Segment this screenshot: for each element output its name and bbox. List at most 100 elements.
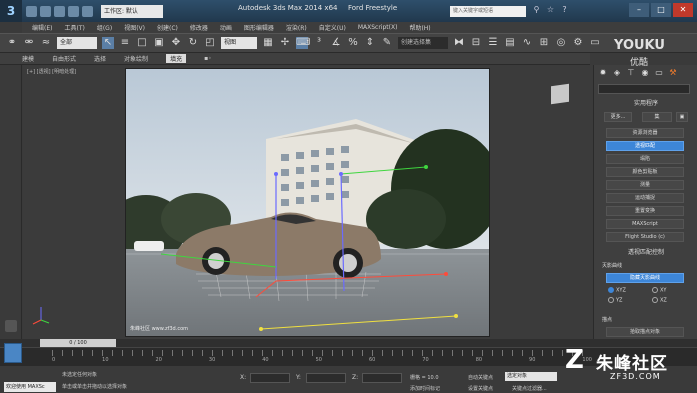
utilities-rollout-title[interactable]: 实用程序 — [598, 99, 690, 109]
perspective-match-rollout-title[interactable]: 透视匹配控制 — [598, 248, 690, 258]
rect-selection-icon[interactable]: □ — [136, 37, 148, 49]
undo-icon[interactable] — [68, 5, 79, 17]
hide-vanishing-lines-button[interactable]: 隐藏灭影曲线 — [606, 273, 684, 283]
bind-space-warp-icon[interactable]: ≈ — [40, 37, 52, 49]
spinner-snap-icon[interactable]: ⇕ — [364, 37, 376, 49]
select-by-name-icon[interactable]: ≡ — [119, 37, 131, 49]
close-icon[interactable]: ✕ — [673, 3, 693, 17]
menu-item[interactable]: 视图(V) — [124, 23, 145, 32]
ribbon-options-icon[interactable]: ▪◦ — [204, 55, 212, 62]
auto-key-label[interactable]: 自动关键点 — [468, 374, 493, 381]
snaps-toggle-icon[interactable]: ³ — [313, 37, 325, 49]
layer-manager-icon[interactable]: ☰ — [487, 37, 499, 49]
help-icon[interactable]: ? — [560, 5, 569, 14]
reference-coord-select[interactable]: 视图 — [221, 37, 257, 49]
selection-filter-select[interactable]: 全部 — [57, 37, 97, 49]
set-key-label[interactable]: 设置关键点 — [468, 385, 493, 392]
menu-item[interactable]: 渲染(R) — [286, 23, 307, 32]
save-file-icon[interactable] — [54, 5, 65, 17]
expand-icon[interactable] — [5, 320, 17, 332]
minimize-icon[interactable]: – — [629, 3, 649, 17]
edit-named-selection-icon[interactable]: ✎ — [381, 37, 393, 49]
command-panel-input[interactable] — [598, 84, 690, 94]
viewcube[interactable] — [551, 83, 569, 105]
collapse-button[interactable]: 塌陷 — [606, 154, 684, 164]
viewport-label[interactable]: [+] [透视] [明暗处理] — [27, 68, 76, 75]
menu-item[interactable]: MAXScript(X) — [358, 24, 398, 31]
menu-item[interactable]: 编辑(E) — [32, 23, 52, 32]
scale-icon[interactable]: ◰ — [204, 37, 216, 49]
menu-item[interactable]: 组(G) — [97, 23, 112, 32]
color-clipboard-button[interactable]: 颜色剪贴板 — [606, 167, 684, 177]
keyboard-shortcut-icon[interactable]: ⌨ — [296, 37, 310, 49]
manipulate-icon[interactable]: ✢ — [279, 37, 291, 49]
reset-xform-button[interactable]: 重置变换 — [606, 206, 684, 216]
create-tab-icon[interactable]: ✹ — [598, 68, 608, 78]
unlink-icon[interactable]: ⚮ — [23, 37, 35, 49]
angle-snap-icon[interactable]: ∡ — [330, 37, 342, 49]
mirror-icon[interactable]: ⧓ — [453, 37, 465, 49]
rotate-icon[interactable]: ↻ — [187, 37, 199, 49]
perspective-viewport[interactable]: [+] [透视] [明暗处理] 朱峰社区 www.zf3d.com — [23, 65, 593, 339]
asset-browser-button[interactable]: 资源浏览器 — [606, 128, 684, 138]
star-icon[interactable]: ☆ — [546, 5, 555, 14]
ribbon-tab-selection[interactable]: 选择 — [94, 54, 106, 63]
new-file-icon[interactable] — [26, 5, 37, 17]
radio-xy[interactable]: XY — [652, 287, 666, 294]
ribbon-tab-object-paint[interactable]: 对象绘制 — [124, 54, 148, 63]
maximize-icon[interactable]: □ — [651, 3, 671, 17]
redo-icon[interactable] — [82, 5, 93, 17]
motion-capture-button[interactable]: 运动捕捉 — [606, 193, 684, 203]
menu-item[interactable]: 帮助(H) — [409, 23, 430, 32]
scene-render[interactable]: 朱峰社区 www.zf3d.com — [125, 68, 490, 337]
align-icon[interactable]: ⊟ — [470, 37, 482, 49]
x-coordinate-field[interactable] — [250, 373, 290, 383]
y-coordinate-field[interactable] — [306, 373, 346, 383]
mini-curve-editor-button[interactable] — [4, 343, 22, 363]
z-coordinate-field[interactable] — [362, 373, 402, 383]
ribbon-tab-populate[interactable]: 填充 — [166, 54, 187, 63]
add-time-tag[interactable]: 添加时间标记 — [410, 385, 440, 392]
graphite-icon[interactable]: ▤ — [504, 37, 516, 49]
percent-snap-icon[interactable]: % — [347, 37, 359, 49]
render-setup-icon[interactable]: ⚙ — [572, 37, 584, 49]
display-tab-icon[interactable]: ▭ — [654, 68, 664, 78]
menu-item[interactable]: 创建(C) — [157, 23, 178, 32]
radio-xz[interactable]: XZ — [652, 297, 667, 304]
binoculars-icon[interactable]: ⚲ — [532, 5, 541, 14]
sets-button[interactable]: 集 — [642, 112, 672, 122]
ribbon-tab-freeform[interactable]: 自由形式 — [52, 54, 76, 63]
rendered-frame-icon[interactable]: ▭ — [589, 37, 601, 49]
hierarchy-tab-icon[interactable]: ⊤ — [626, 68, 636, 78]
maxscript-button[interactable]: MAXScript — [606, 219, 684, 229]
selected-select[interactable]: 选定对象 — [505, 372, 557, 381]
more-button[interactable]: 更多... — [604, 112, 632, 122]
ribbon-tab-modeling[interactable]: 建模 — [22, 54, 34, 63]
motion-tab-icon[interactable]: ◉ — [640, 68, 650, 78]
curve-editor-icon[interactable]: ∿ — [521, 37, 533, 49]
workspace-dropdown[interactable]: 工作区: 默认 — [101, 4, 163, 18]
material-editor-icon[interactable]: ◎ — [555, 37, 567, 49]
link-icon[interactable]: ⚭ — [6, 37, 18, 49]
menu-item[interactable]: 图形编辑器 — [244, 23, 274, 32]
pivot-center-icon[interactable]: ▦ — [262, 37, 274, 49]
open-file-icon[interactable] — [40, 5, 51, 17]
maxscript-listener[interactable]: 欢迎使用 MAXSc — [4, 382, 56, 392]
radio-yz[interactable]: YZ — [608, 297, 622, 304]
menu-item[interactable]: 工具(T) — [64, 23, 84, 32]
radio-xyz[interactable]: XYZ — [608, 287, 626, 294]
time-slider[interactable]: 0 / 100 — [40, 339, 116, 347]
menu-item[interactable]: 自定义(U) — [319, 23, 346, 32]
flight-studio-button[interactable]: Flight Studio (c) — [606, 232, 684, 242]
perspective-match-button[interactable]: 透视匹配 — [606, 141, 684, 151]
modify-tab-icon[interactable]: ◈ — [612, 68, 622, 78]
measure-button[interactable]: 测量 — [606, 180, 684, 190]
menu-item[interactable]: 修改器 — [190, 23, 208, 32]
select-object-icon[interactable]: ↖ — [102, 37, 114, 49]
search-input[interactable]: 键入关键字或短语 — [450, 6, 526, 17]
move-icon[interactable]: ✥ — [170, 37, 182, 49]
app-logo[interactable]: 3 — [0, 0, 22, 22]
pick-anchor-button[interactable]: 拾取描点对象 — [606, 327, 684, 337]
window-crossing-icon[interactable]: ▣ — [153, 37, 165, 49]
schematic-view-icon[interactable]: ⊞ — [538, 37, 550, 49]
